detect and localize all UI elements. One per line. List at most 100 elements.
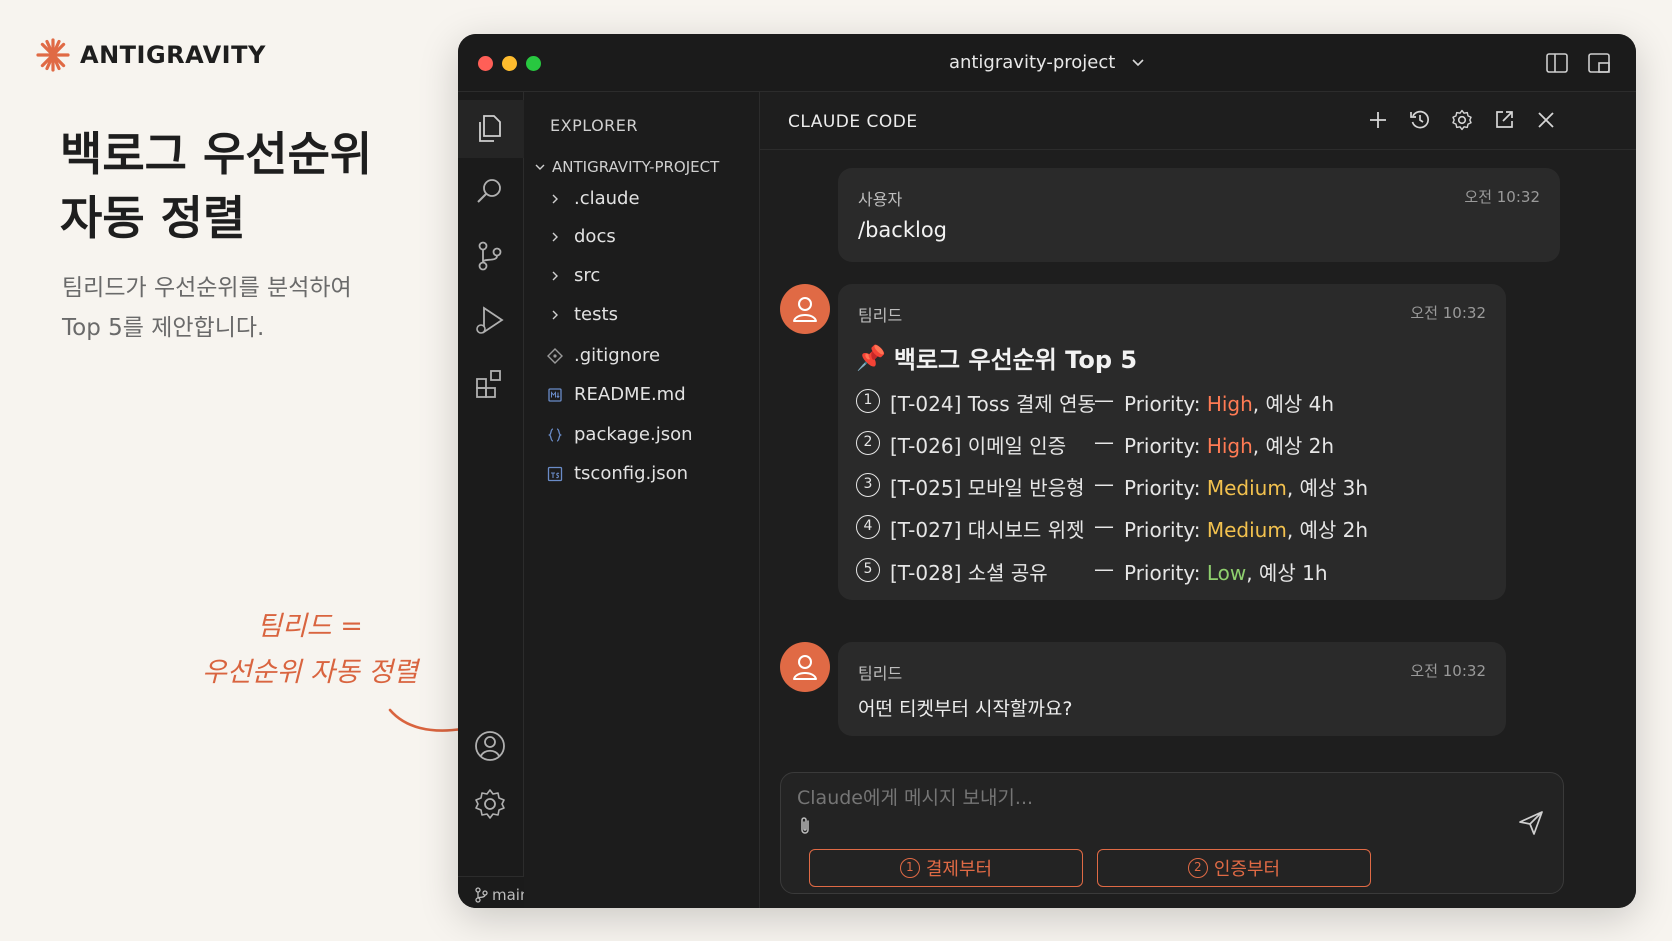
tree-folder-docs[interactable]: docs xyxy=(546,226,616,247)
row-number: 3 xyxy=(856,473,880,497)
avatar xyxy=(780,284,830,334)
open-external-icon[interactable] xyxy=(1492,108,1516,132)
git-file-icon xyxy=(547,347,563,364)
plus-icon[interactable] xyxy=(1366,108,1390,132)
chevron-down-icon xyxy=(1132,59,1144,67)
json-file-icon xyxy=(548,427,562,442)
backlog-heading: 📌 백로그 우선순위 Top 5 xyxy=(856,340,1137,375)
user-message: 사용자 오전 10:32 /backlog xyxy=(838,168,1560,262)
title-bar: antigravity-project xyxy=(458,34,1636,92)
gear-icon[interactable] xyxy=(1450,108,1474,132)
root-folder-label: ANTIGRAVITY-PROJECT xyxy=(552,158,720,176)
message-time: 오전 10:32 xyxy=(1464,188,1540,206)
message-sender: 팀리드 xyxy=(858,664,903,683)
estimate: , 예상 2h xyxy=(1286,518,1369,542)
tree-item-label: package.json xyxy=(574,424,693,445)
ticket-title: [T-028] 소셜 공유 xyxy=(890,561,1048,585)
brand: ANTIGRAVITY xyxy=(36,38,266,72)
typescript-file-icon xyxy=(547,466,563,481)
priority-value: High xyxy=(1206,434,1253,458)
subtext-line: 팀리드가 우선순위를 분석하여 xyxy=(62,275,352,301)
settings-gear-icon[interactable] xyxy=(472,786,508,822)
message-time: 오전 10:32 xyxy=(1410,662,1486,680)
ticket-title: [T-027] 대시보드 위젯 xyxy=(890,518,1085,542)
headline-line: 자동 정렬 xyxy=(60,191,246,245)
chat-header: CLAUDE CODE xyxy=(760,92,1636,150)
priority-value: Medium xyxy=(1206,476,1287,500)
close-icon[interactable] xyxy=(1534,108,1558,132)
estimate: , 예상 1h xyxy=(1246,561,1328,585)
asterisk-logo-icon xyxy=(36,38,70,72)
user-avatar-icon xyxy=(793,297,817,322)
chevron-right-icon xyxy=(552,271,558,280)
priority-label: Priority: xyxy=(1124,434,1201,458)
markdown-file-icon xyxy=(548,387,562,402)
chevron-down-icon xyxy=(535,164,545,170)
tree-file-gitignore[interactable]: .gitignore xyxy=(546,345,660,366)
project-name: antigravity-project xyxy=(948,52,1116,73)
estimate: , 예상 3h xyxy=(1286,476,1369,500)
source-control-icon[interactable] xyxy=(472,238,508,274)
activity-bar: main 0 0 xyxy=(458,92,760,908)
estimate: , 예상 2h xyxy=(1252,434,1335,458)
tree-file-package-json[interactable]: package.json xyxy=(546,424,693,445)
priority-value: Medium xyxy=(1206,518,1287,542)
subtext-line: Top 5를 제안합니다. xyxy=(62,315,265,341)
tree-folder-src[interactable]: src xyxy=(546,265,600,286)
account-icon[interactable] xyxy=(472,728,508,764)
priority-label: Priority: xyxy=(1124,518,1201,542)
explorer-panel: EXPLORER ANTIGRAVITY-PROJECT .claude doc… xyxy=(524,92,760,908)
tree-item-label: src xyxy=(574,265,601,286)
priority-value: Low xyxy=(1206,561,1247,585)
run-debug-icon[interactable] xyxy=(472,302,508,338)
question-message: 팀리드 오전 10:32 어떤 티켓부터 시작할까요? xyxy=(838,642,1506,736)
quick-reply-label: 결제부터 xyxy=(925,859,993,880)
tree-file-tsconfig[interactable]: tsconfig.json xyxy=(546,463,688,484)
files-icon[interactable] xyxy=(472,110,508,146)
annotation-line: 팀리드 = xyxy=(257,611,363,642)
tree-folder-tests[interactable]: tests xyxy=(546,304,618,325)
ticket-title: [T-025] 모바일 반응형 xyxy=(890,476,1085,500)
tree-file-readme[interactable]: README.md xyxy=(546,384,686,405)
toggle-panel-icon[interactable] xyxy=(1586,50,1612,76)
priority-label: Priority: xyxy=(1124,476,1201,500)
toggle-sidebar-icon[interactable] xyxy=(1544,50,1570,76)
message-sender: 팀리드 xyxy=(858,306,903,325)
priority-value: High xyxy=(1206,392,1253,416)
history-icon[interactable] xyxy=(1408,108,1432,132)
priority-label: Priority: xyxy=(1124,392,1201,416)
message-time: 오전 10:32 xyxy=(1410,304,1486,322)
message-input[interactable] xyxy=(797,787,1497,809)
project-switcher[interactable]: antigravity-project xyxy=(458,52,1636,73)
extensions-icon[interactable] xyxy=(472,366,508,402)
ticket-title: [T-026] 이메일 인증 xyxy=(890,434,1067,458)
explorer-root-folder[interactable]: ANTIGRAVITY-PROJECT xyxy=(534,158,719,176)
row-number: 5 xyxy=(856,558,880,582)
tree-folder-claude[interactable]: .claude xyxy=(546,188,640,209)
quick-reply-payment-button[interactable]: 1 결제부터 xyxy=(809,849,1083,887)
pushpin-icon: 📌 xyxy=(856,343,886,372)
send-icon[interactable] xyxy=(1517,809,1545,837)
git-branch[interactable]: main xyxy=(474,886,529,904)
page-subtext: 팀리드가 우선순위를 분석하여 Top 5를 제안합니다. xyxy=(62,268,402,348)
chevron-right-icon xyxy=(552,232,558,241)
quick-reply-number: 1 xyxy=(899,858,920,878)
backlog-heading-text: 백로그 우선순위 Top 5 xyxy=(893,346,1138,374)
chevron-right-icon xyxy=(552,310,558,319)
quick-reply-auth-button[interactable]: 2 인증부터 xyxy=(1097,849,1371,887)
message-text: /backlog xyxy=(858,218,947,242)
tree-item-label: tsconfig.json xyxy=(574,463,689,484)
tree-item-label: .claude xyxy=(574,188,640,209)
ticket-title: [T-024] Toss 결제 연동 xyxy=(890,392,1096,416)
brand-name: ANTIGRAVITY xyxy=(80,41,266,69)
headline-line: 백로그 우선순위 xyxy=(60,127,373,181)
quick-reply-label: 인증부터 xyxy=(1213,859,1281,880)
row-number: 4 xyxy=(856,515,880,539)
paperclip-icon[interactable] xyxy=(797,815,813,837)
chat-title: CLAUDE CODE xyxy=(788,112,918,132)
tree-item-label: docs xyxy=(574,226,616,247)
chevron-right-icon xyxy=(552,194,558,203)
message-text: 어떤 티켓부터 시작할까요? xyxy=(858,698,1073,720)
search-icon[interactable] xyxy=(472,174,508,210)
priority-info: Priority: High, 예상 4h xyxy=(1124,388,1334,417)
